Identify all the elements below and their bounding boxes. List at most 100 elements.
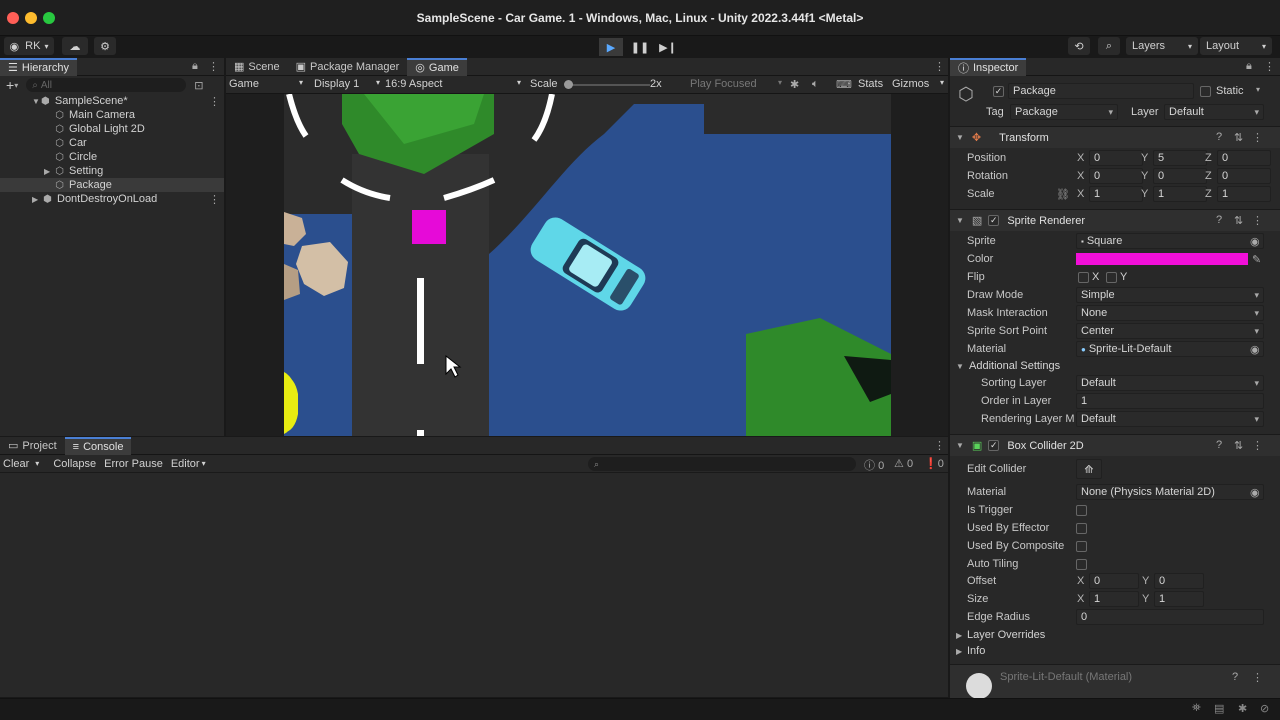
edge-radius-field[interactable]: 0 — [1076, 609, 1264, 625]
tag-dropdown[interactable]: Package — [1010, 104, 1118, 120]
scene-menu-icon[interactable]: ⋮ — [209, 95, 220, 108]
flip-x-checkbox[interactable] — [1078, 272, 1089, 283]
component-menu-icon[interactable]: ⋮ — [1252, 671, 1263, 684]
used-by-composite-checkbox[interactable] — [1076, 541, 1087, 552]
fold-arrow-icon[interactable]: ▶ — [956, 647, 962, 656]
fold-arrow-icon[interactable]: ▶ — [956, 631, 962, 640]
object-name-field[interactable]: Package — [1008, 83, 1194, 99]
tab-hierarchy[interactable]: ☰ Hierarchy — [0, 57, 77, 76]
gizmos-dropdown[interactable]: Gizmos ▾ — [892, 78, 944, 90]
rotation-x-field[interactable]: 0 — [1089, 168, 1143, 184]
transform-header[interactable]: ▼ ✥ Transform ? ⇅ ⋮ — [950, 126, 1280, 148]
rotation-y-field[interactable]: 0 — [1153, 168, 1207, 184]
tab-project[interactable]: ▭ Project — [0, 437, 65, 455]
help-icon[interactable]: ? — [1232, 671, 1238, 683]
help-icon[interactable]: ? — [1216, 131, 1222, 143]
aspect-dropdown[interactable]: 16:9 Aspect ▾ — [385, 78, 521, 90]
help-icon[interactable]: ? — [1216, 214, 1222, 226]
fold-arrow-icon[interactable]: ▼ — [956, 216, 964, 225]
clear-dropdown-icon[interactable]: ▾ — [35, 459, 39, 468]
keyboard-icon[interactable]: ⌨ — [836, 78, 852, 91]
error-count[interactable]: ❗0 — [924, 457, 944, 470]
collider-material-field[interactable]: None (Physics Material 2D) — [1076, 484, 1264, 500]
hierarchy-dontdestroy-row[interactable]: ▶ ⬢ DontDestroyOnLoad ⋮ — [0, 192, 224, 206]
rendering-layer-dropdown[interactable]: Default — [1076, 411, 1264, 427]
step-button[interactable]: ▶❙ — [656, 38, 680, 56]
progress-icon[interactable]: ⛯ — [1192, 702, 1201, 715]
tab-game[interactable]: ◎ Game — [407, 57, 467, 76]
component-menu-icon[interactable]: ⋮ — [1252, 439, 1263, 452]
additional-settings-row[interactable]: ▼ Additional Settings — [950, 357, 1280, 375]
tab-console[interactable]: ≡ Console — [64, 436, 132, 455]
expand-arrow-icon[interactable]: ▼ — [32, 97, 40, 106]
kebab-menu-icon[interactable]: ⋮ — [208, 60, 219, 73]
account-button[interactable]: ◉ RK ▾ — [4, 37, 54, 55]
flip-y-checkbox[interactable] — [1106, 272, 1117, 283]
info-count[interactable]: ⓘ 0 — [864, 457, 884, 473]
scale-slider[interactable] — [564, 80, 650, 89]
pause-button[interactable]: ❚❚ — [628, 38, 652, 56]
active-checkbox[interactable]: ✓ — [993, 86, 1004, 97]
fold-arrow-icon[interactable]: ▼ — [956, 133, 964, 142]
debug-icon[interactable]: ✱ — [1238, 702, 1247, 715]
console-menu-icon[interactable]: ⋮ — [934, 439, 945, 452]
is-trigger-checkbox[interactable] — [1076, 505, 1087, 516]
fold-arrow-icon[interactable]: ▼ — [956, 362, 964, 371]
tab-inspector[interactable]: ⓘ Inspector — [950, 58, 1027, 76]
help-icon[interactable]: ? — [1216, 439, 1222, 451]
static-dropdown-icon[interactable]: ▾ — [1256, 85, 1260, 94]
scale-slider-handle[interactable] — [564, 80, 573, 89]
tab-scene[interactable]: ▦ Scene — [226, 58, 288, 76]
hierarchy-item[interactable]: ⬡ Circle — [0, 150, 224, 164]
draw-mode-dropdown[interactable]: Simple — [1076, 287, 1264, 303]
sprite-field[interactable]: ▪ Square — [1076, 233, 1264, 249]
object-picker-icon[interactable]: ◉ — [1250, 235, 1260, 248]
collapse-arrow-icon[interactable]: ▶ — [32, 195, 42, 204]
bug-icon[interactable]: ✱ — [790, 78, 799, 91]
sprite-renderer-enabled-checkbox[interactable]: ✓ — [988, 215, 1000, 226]
display-dropdown[interactable]: Display 1 ▾ — [314, 78, 380, 90]
material-field[interactable]: ● Sprite-Lit-Default — [1076, 341, 1264, 357]
object-picker-icon[interactable]: ◉ — [1250, 486, 1260, 499]
play-button[interactable]: ▶ — [599, 38, 623, 56]
auto-tiling-checkbox[interactable] — [1076, 559, 1087, 570]
scale-y-field[interactable]: 1 — [1153, 186, 1207, 202]
filter-icon[interactable]: ⊡ — [194, 79, 203, 92]
center-menu-icon[interactable]: ⋮ — [934, 60, 945, 73]
tab-package-manager[interactable]: ▣ Package Manager — [288, 58, 408, 76]
lock-icon[interactable]: 🔒︎ — [1246, 60, 1252, 73]
object-picker-icon[interactable]: ◉ — [1250, 343, 1260, 356]
hierarchy-item[interactable]: ⬡ Main Camera — [0, 108, 224, 122]
layout-dropdown[interactable]: Layout ▾ — [1200, 37, 1272, 55]
preset-icon[interactable]: ⇅ — [1234, 214, 1243, 227]
cloud-icon[interactable]: ☁ — [62, 37, 88, 55]
collab-icon[interactable]: ⚙ — [94, 37, 116, 55]
color-swatch[interactable] — [1076, 253, 1248, 265]
search-icon[interactable]: ⌕ — [1098, 37, 1120, 55]
hierarchy-item[interactable]: ▶ ⬡ Setting — [0, 164, 224, 178]
history-icon[interactable]: ⟲ — [1068, 37, 1090, 55]
hierarchy-item[interactable]: ⬡ Car — [0, 136, 224, 150]
rotation-z-field[interactable]: 0 — [1217, 168, 1271, 184]
notification-icon[interactable]: ⊘ — [1260, 702, 1269, 715]
size-x-field[interactable]: 1 — [1089, 591, 1139, 607]
position-y-field[interactable]: 5 — [1153, 150, 1207, 166]
box-collider-header[interactable]: ▼ ▣ ✓ Box Collider 2D ? ⇅ ⋮ — [950, 434, 1280, 456]
warning-count[interactable]: ⚠ 0 — [894, 457, 913, 470]
scale-z-field[interactable]: 1 — [1217, 186, 1271, 202]
game-view-dropdown[interactable]: Game ▾ — [229, 78, 303, 90]
sprite-renderer-header[interactable]: ▼ ▧ ✓ Sprite Renderer ? ⇅ ⋮ — [950, 209, 1280, 231]
preset-icon[interactable]: ⇅ — [1234, 439, 1243, 452]
collapse-arrow-icon[interactable]: ▶ — [44, 167, 54, 176]
clear-button[interactable]: Clear — [3, 458, 29, 470]
offset-y-field[interactable]: 0 — [1154, 573, 1204, 589]
console-search-input[interactable]: ⌕ — [588, 457, 856, 471]
sort-point-dropdown[interactable]: Center — [1076, 323, 1264, 339]
collapse-button[interactable]: Collapse — [53, 458, 96, 470]
component-menu-icon[interactable]: ⋮ — [1252, 131, 1263, 144]
hierarchy-scene-row[interactable]: ▼ ⬢ SampleScene* ⋮ — [0, 94, 224, 108]
add-icon[interactable]: + — [6, 77, 14, 93]
position-x-field[interactable]: 0 — [1089, 150, 1143, 166]
material-preview-header[interactable]: Sprite-Lit-Default (Material) ? ⋮ — [950, 664, 1280, 698]
audio-icon[interactable]: 🔈︎ — [812, 78, 819, 91]
